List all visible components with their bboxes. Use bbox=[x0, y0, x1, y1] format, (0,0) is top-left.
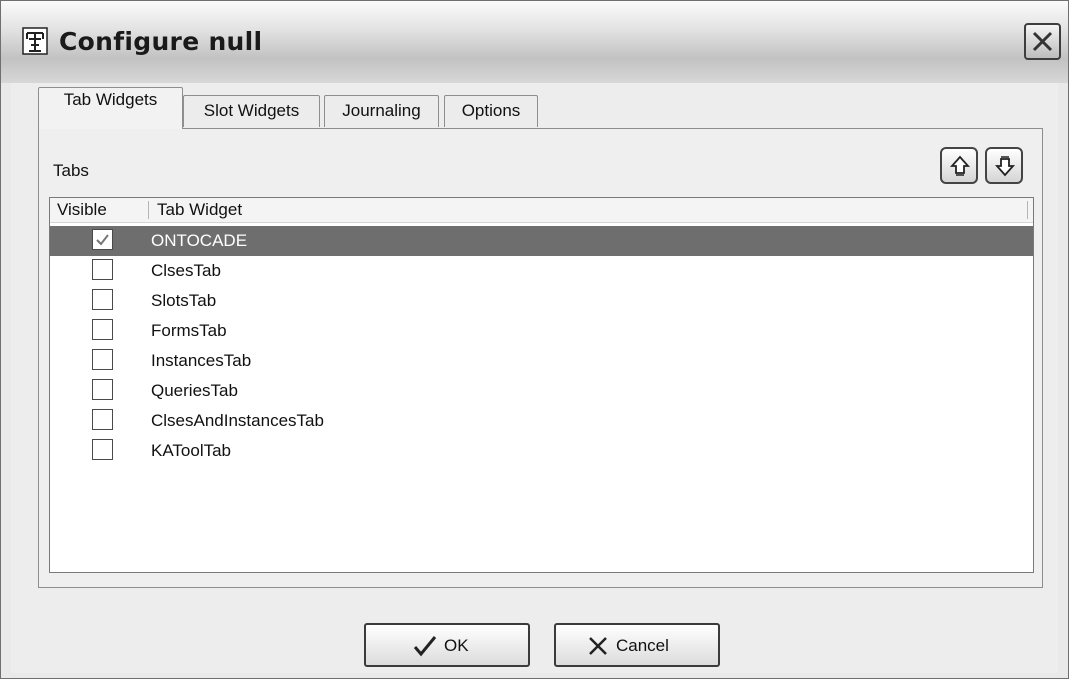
visible-checkbox[interactable] bbox=[92, 289, 113, 310]
tab-label: Slot Widgets bbox=[203, 101, 300, 120]
visible-checkbox[interactable] bbox=[92, 379, 113, 400]
close-button[interactable] bbox=[1024, 23, 1061, 60]
tab-widget-name: InstancesTab bbox=[151, 351, 252, 370]
tab-widget-name: FormsTab bbox=[151, 321, 227, 340]
tab-label: Tab Widgets bbox=[63, 90, 158, 109]
visible-checkbox[interactable] bbox=[92, 409, 113, 430]
visible-checkbox[interactable] bbox=[92, 439, 113, 460]
column-header-visible[interactable]: Visible bbox=[57, 199, 107, 221]
table-row[interactable]: SlotsTab bbox=[50, 286, 1033, 316]
table-row[interactable]: ONTOCADE bbox=[50, 226, 1033, 256]
tab-options[interactable]: Options bbox=[444, 95, 538, 127]
ok-label: OK bbox=[444, 636, 469, 655]
tab-widget-name: ClsesAndInstancesTab bbox=[151, 411, 324, 430]
cancel-button[interactable]: Cancel bbox=[554, 623, 720, 667]
move-down-icon bbox=[994, 156, 1016, 177]
ok-button[interactable]: OK bbox=[364, 623, 530, 667]
tab-widget-name: ClsesTab bbox=[151, 261, 221, 280]
configure-dialog: Configure null Tab Widgets Slot Widgets … bbox=[0, 0, 1069, 679]
checkmark-icon bbox=[96, 234, 109, 246]
close-icon bbox=[1032, 31, 1053, 52]
move-up-button[interactable] bbox=[940, 147, 978, 184]
table-row[interactable]: FormsTab bbox=[50, 316, 1033, 346]
table-row[interactable]: InstancesTab bbox=[50, 346, 1033, 376]
tab-widget-name: ONTOCADE bbox=[151, 231, 248, 250]
title-bar[interactable]: Configure null bbox=[1, 1, 1068, 83]
table-row[interactable]: ClsesTab bbox=[50, 256, 1033, 286]
tab-widget-name: SlotsTab bbox=[151, 291, 217, 310]
table-row[interactable]: KAToolTab bbox=[50, 436, 1033, 466]
window-title: Configure null bbox=[59, 27, 263, 56]
column-header-tab-widget[interactable]: Tab Widget bbox=[157, 199, 242, 221]
column-divider bbox=[148, 201, 149, 219]
visible-checkbox[interactable] bbox=[92, 319, 113, 340]
table-row[interactable]: QueriesTab bbox=[50, 376, 1033, 406]
table-row[interactable]: ClsesAndInstancesTab bbox=[50, 406, 1033, 436]
visible-checkbox[interactable] bbox=[92, 229, 113, 250]
protege-logo-icon bbox=[22, 27, 48, 55]
move-up-icon bbox=[949, 155, 971, 176]
visible-checkbox[interactable] bbox=[92, 259, 113, 280]
column-divider bbox=[1027, 201, 1028, 219]
visible-checkbox[interactable] bbox=[92, 349, 113, 370]
tab-journaling[interactable]: Journaling bbox=[324, 95, 439, 127]
section-label: Tabs bbox=[53, 161, 89, 180]
tab-label: Options bbox=[461, 101, 521, 120]
tab-slot-widgets[interactable]: Slot Widgets bbox=[183, 95, 320, 127]
x-icon bbox=[589, 637, 607, 655]
move-down-button[interactable] bbox=[985, 147, 1023, 184]
tab-widget-name: QueriesTab bbox=[151, 381, 238, 400]
cancel-label: Cancel bbox=[616, 636, 669, 655]
checkmark-icon bbox=[413, 636, 437, 657]
tab-tab-widgets[interactable]: Tab Widgets bbox=[38, 87, 183, 129]
tab-widget-name: KAToolTab bbox=[151, 441, 232, 460]
tab-label: Journaling bbox=[342, 101, 421, 120]
